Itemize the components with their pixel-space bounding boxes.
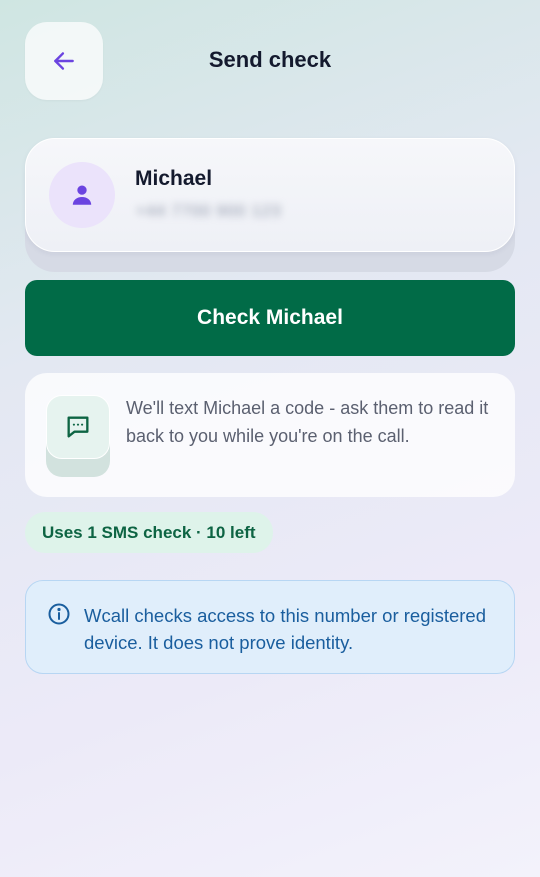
- person-icon: [72, 185, 92, 205]
- contact-phone-blurred: +44 7700 900 123: [136, 203, 282, 220]
- notice-text: Wcall checks access to this number or re…: [84, 605, 487, 653]
- avatar: [49, 162, 115, 228]
- info-text: We'll text Michael a code - ask them to …: [126, 398, 489, 446]
- contact-card: Michael +44 7700 900 123: [25, 138, 515, 272]
- message-icon-tile: [46, 395, 110, 477]
- page-title: Send check: [208, 47, 332, 72]
- header: Send check: [0, 0, 540, 124]
- check-contact-button[interactable]: Check Michael: [25, 280, 515, 356]
- info-card: We'll text Michael a code - ask them to …: [25, 373, 515, 497]
- info-circle-icon: [48, 603, 70, 625]
- sms-usage-badge: Uses 1 SMS check · 10 left: [25, 512, 273, 553]
- contact-name: Michael: [135, 167, 213, 190]
- message-dots-icon: [67, 416, 89, 438]
- disclaimer-notice: Wcall checks access to this number or re…: [25, 580, 515, 674]
- contact-card-surface: Michael +44 7700 900 123: [25, 138, 515, 252]
- message-icon-tile-surface: [46, 395, 110, 459]
